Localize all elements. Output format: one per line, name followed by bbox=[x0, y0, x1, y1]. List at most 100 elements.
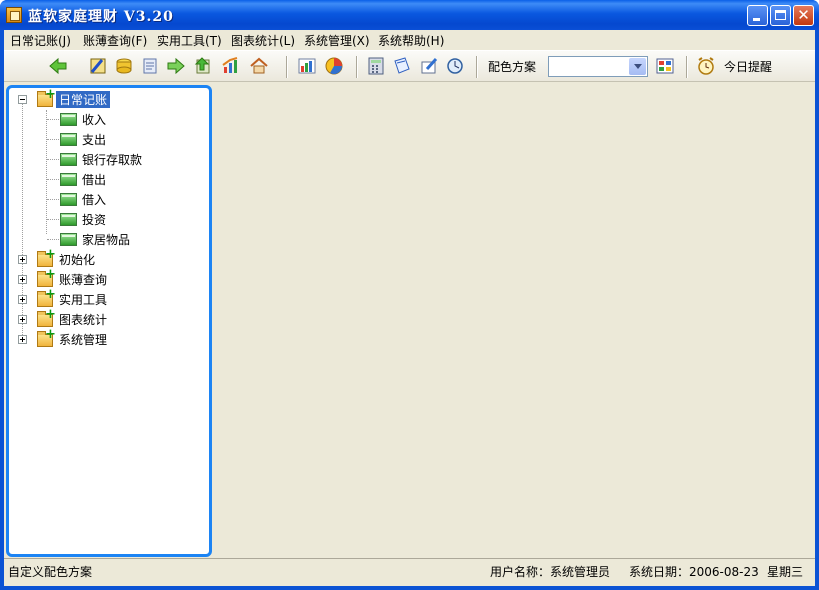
tree-node-label: 支出 bbox=[82, 133, 107, 147]
status-message: 自定义配色方案 bbox=[8, 565, 93, 579]
tree-node-system-admin[interactable]: 系统管理 bbox=[9, 328, 209, 349]
color-scheme-select[interactable] bbox=[548, 56, 648, 77]
app-window: 蓝软家庭理财 V3.20 ✕ 日常记账(J) 账薄查询(F) 实用工具(T) 图… bbox=[0, 0, 819, 590]
expand-icon[interactable] bbox=[18, 335, 27, 344]
edit-records-icon[interactable] bbox=[88, 56, 108, 76]
window-title: 蓝软家庭理财 V3.20 bbox=[28, 9, 174, 25]
expand-icon[interactable] bbox=[18, 255, 27, 264]
menu-system-admin[interactable]: 系统管理(X) bbox=[304, 32, 370, 49]
tree-node-label: 收入 bbox=[82, 113, 107, 127]
menu-daily-accounting[interactable]: 日常记账(J) bbox=[10, 32, 71, 49]
tree-connector bbox=[47, 239, 59, 240]
tree-node-daily-accounting[interactable]: 日常记账 bbox=[9, 88, 209, 109]
tree-leaf-bank-deposit[interactable]: 银行存取款 bbox=[9, 149, 209, 169]
expand-icon[interactable] bbox=[18, 315, 27, 324]
ledger-icon bbox=[60, 133, 77, 146]
stats-growth-icon[interactable] bbox=[221, 56, 241, 76]
tree-leaf-lend-out[interactable]: 借出 bbox=[9, 169, 209, 189]
tree-node-chart-stats[interactable]: 图表统计 bbox=[9, 308, 209, 329]
color-scheme-label: 配色方案 bbox=[488, 60, 537, 74]
pie-chart-icon[interactable] bbox=[324, 56, 344, 76]
menu-tools[interactable]: 实用工具(T) bbox=[157, 32, 222, 49]
tree-leaf-income[interactable]: 收入 bbox=[9, 109, 209, 129]
menu-ledger-query[interactable]: 账薄查询(F) bbox=[83, 32, 147, 49]
status-user: 用户名称：系统管理员 bbox=[490, 565, 611, 579]
import-icon[interactable] bbox=[194, 56, 214, 76]
expand-icon[interactable] bbox=[18, 275, 27, 284]
write-note-icon[interactable] bbox=[419, 56, 439, 76]
menu-help[interactable]: 系统帮助(H) bbox=[378, 32, 444, 49]
close-button[interactable]: ✕ bbox=[793, 5, 814, 26]
app-icon[interactable] bbox=[6, 7, 22, 23]
tree-node-label: 日常记账 bbox=[56, 91, 111, 108]
chevron-down-icon[interactable] bbox=[629, 58, 646, 75]
coins-icon[interactable] bbox=[114, 56, 134, 76]
ledger-icon bbox=[60, 173, 77, 186]
tree-node-label: 实用工具 bbox=[59, 293, 108, 307]
bar-chart-icon[interactable] bbox=[297, 56, 317, 76]
tree-node-initialize[interactable]: 初始化 bbox=[9, 248, 209, 269]
menu-chart-stats[interactable]: 图表统计(L) bbox=[231, 32, 295, 49]
status-bar: 自定义配色方案 用户名称：系统管理员 系统日期：2006-08-23 星期三 bbox=[4, 558, 815, 579]
tree-connector bbox=[47, 159, 59, 160]
maximize-button[interactable] bbox=[770, 5, 791, 26]
ledger-icon bbox=[60, 113, 77, 126]
clock-icon[interactable] bbox=[445, 56, 465, 76]
tree-connector bbox=[47, 119, 59, 120]
ledger-icon bbox=[60, 233, 77, 246]
folder-icon bbox=[37, 288, 56, 307]
tree-node-label: 家居物品 bbox=[82, 233, 131, 247]
tree-node-label: 银行存取款 bbox=[82, 153, 143, 167]
tree-node-ledger-query[interactable]: 账薄查询 bbox=[9, 268, 209, 289]
today-reminder-button[interactable]: 今日提醒 bbox=[724, 58, 772, 75]
toolbar: 配色方案 今日提醒 bbox=[4, 50, 815, 82]
folder-icon bbox=[37, 88, 56, 107]
toolbar-separator bbox=[356, 56, 358, 78]
tree-leaf-expense[interactable]: 支出 bbox=[9, 129, 209, 149]
ledger-icon bbox=[60, 193, 77, 206]
tree-leaf-household-items[interactable]: 家居物品 bbox=[9, 229, 209, 249]
minimize-button[interactable] bbox=[747, 5, 768, 26]
back-arrow-icon[interactable] bbox=[48, 56, 68, 76]
menu-bar: 日常记账(J) 账薄查询(F) 实用工具(T) 图表统计(L) 系统管理(X) … bbox=[4, 30, 815, 50]
status-weekday: 星期三 bbox=[767, 565, 804, 579]
client-area: 日常记账(J) 账薄查询(F) 实用工具(T) 图表统计(L) 系统管理(X) … bbox=[4, 30, 815, 586]
tree-node-label: 图表统计 bbox=[59, 313, 108, 327]
collapse-icon[interactable] bbox=[18, 95, 27, 104]
toolbar-separator bbox=[286, 56, 288, 78]
calculator-icon[interactable] bbox=[366, 56, 386, 76]
notebook-icon[interactable] bbox=[392, 56, 412, 76]
tree-connector bbox=[47, 199, 59, 200]
tree-node-label: 借入 bbox=[82, 193, 107, 207]
main-content-area bbox=[214, 85, 815, 557]
home-icon[interactable] bbox=[249, 56, 269, 76]
tree-connector bbox=[47, 139, 59, 140]
navigation-tree: 日常记账 收入 支出 银行存取款 借出 bbox=[6, 85, 212, 557]
title-bar[interactable]: 蓝软家庭理财 V3.20 ✕ bbox=[0, 0, 819, 30]
status-date: 系统日期：2006-08-23 bbox=[629, 565, 759, 579]
tree-node-label: 系统管理 bbox=[59, 333, 108, 347]
tree-connector bbox=[47, 219, 59, 220]
document-icon[interactable] bbox=[140, 56, 160, 76]
tree-node-label: 账薄查询 bbox=[59, 273, 108, 287]
tree-node-label: 投资 bbox=[82, 213, 107, 227]
toolbar-separator bbox=[686, 56, 688, 78]
folder-icon bbox=[37, 328, 56, 347]
toolbar-separator bbox=[476, 56, 478, 78]
folder-icon bbox=[37, 248, 56, 267]
ledger-icon bbox=[60, 153, 77, 166]
tree-node-tools[interactable]: 实用工具 bbox=[9, 288, 209, 309]
alarm-clock-icon[interactable] bbox=[696, 56, 716, 76]
tree-connector bbox=[47, 179, 59, 180]
tree-leaf-borrow[interactable]: 借入 bbox=[9, 189, 209, 209]
ledger-icon bbox=[60, 213, 77, 226]
folder-icon bbox=[37, 268, 56, 287]
forward-arrow-icon[interactable] bbox=[166, 56, 186, 76]
color-palette-icon[interactable] bbox=[655, 56, 675, 76]
tree-node-label: 借出 bbox=[82, 173, 107, 187]
tree-node-label: 初始化 bbox=[59, 253, 96, 267]
close-icon: ✕ bbox=[797, 6, 810, 24]
tree-leaf-investment[interactable]: 投资 bbox=[9, 209, 209, 229]
folder-icon bbox=[37, 308, 56, 327]
expand-icon[interactable] bbox=[18, 295, 27, 304]
